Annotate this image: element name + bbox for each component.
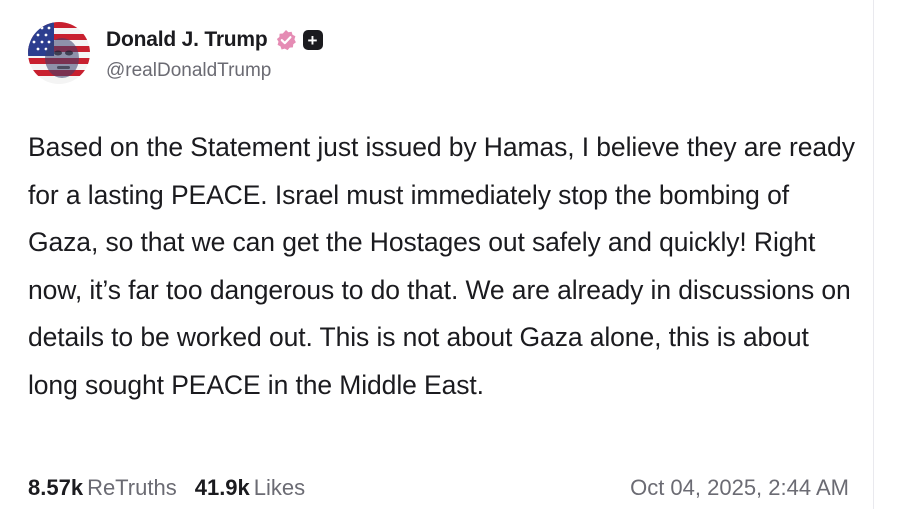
avatar[interactable] [28, 22, 90, 84]
author-display-name[interactable]: Donald J. Trump [106, 28, 268, 52]
post-timestamp[interactable]: Oct 04, 2025, 2:44 AM [630, 472, 849, 504]
likes-count: 41.9k [194, 475, 250, 500]
retruths-count: 8.57k [28, 475, 84, 500]
post-card: Donald J. Trump + @realDonaldTrump Based… [0, 0, 874, 509]
likes-stat[interactable]: 41.9k Likes [195, 475, 305, 501]
author-info: Donald J. Trump + @realDonaldTrump [106, 20, 323, 82]
post-stats: 8.57k ReTruths 41.9k Likes [28, 472, 323, 504]
avatar-image [28, 22, 90, 84]
plus-icon[interactable]: + [302, 30, 323, 50]
likes-label: Likes [253, 475, 306, 500]
author-handle[interactable]: @realDonaldTrump [106, 60, 323, 82]
post-header: Donald J. Trump + @realDonaldTrump [28, 20, 323, 94]
author-name-row: Donald J. Trump + [106, 20, 323, 60]
retruths-stat[interactable]: 8.57k ReTruths [28, 475, 177, 501]
retruths-label: ReTruths [87, 475, 177, 500]
verified-badge-icon [275, 29, 297, 51]
post-text: Based on the Statement just issued by Ha… [28, 132, 855, 400]
